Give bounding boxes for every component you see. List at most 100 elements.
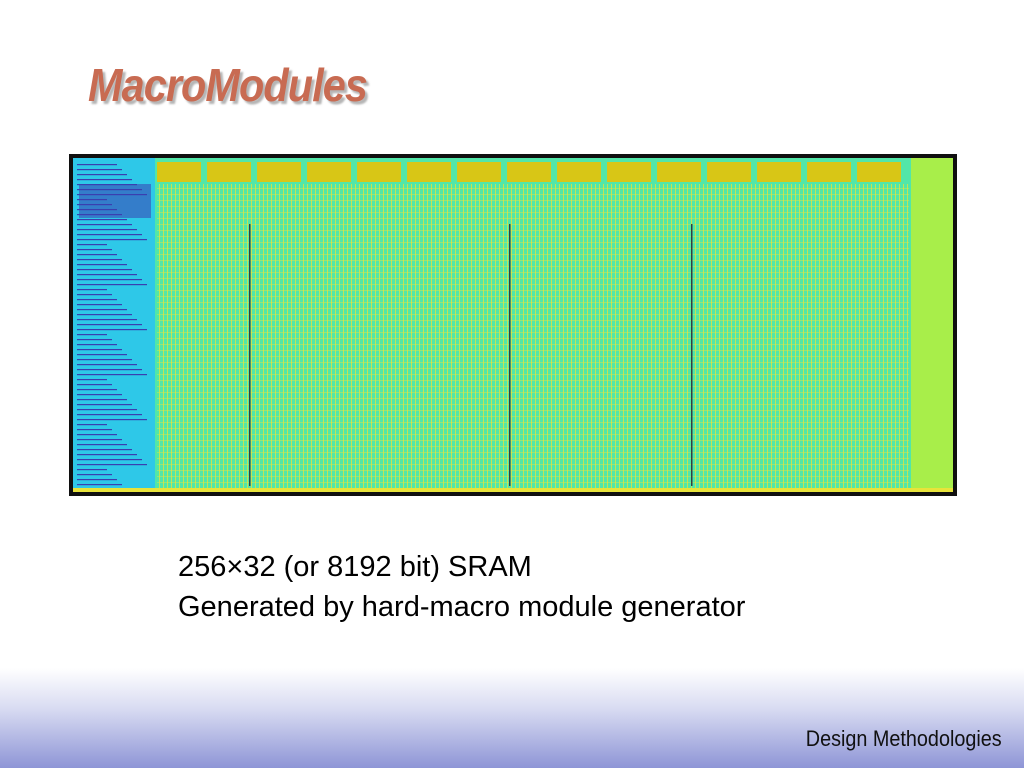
row-line [157,440,909,441]
row-line [157,194,909,195]
column-line [355,184,356,488]
decoder-line [77,224,132,226]
slide: MacroModules 256×32 (or 8192 bit) SRAM G… [0,0,1024,768]
column-line [715,184,716,488]
column-line [639,184,640,488]
header-block [657,162,701,182]
column-line [711,184,712,488]
column-line [319,184,320,488]
decoder-line [77,334,107,336]
decoder-line [77,404,132,406]
column-line [227,184,228,488]
column-line [895,184,896,488]
column-line [847,184,848,488]
column-line [207,184,208,488]
decoder-line [77,354,127,356]
decoder-line [77,339,112,341]
decoder-line [77,304,122,306]
column-line [607,184,608,488]
column-line [255,184,256,488]
column-line [491,184,492,488]
header-block [807,162,851,182]
decoder-line [77,439,122,441]
column-line [195,184,196,488]
decoder-line [77,234,142,236]
column-line [851,184,852,488]
column-line [547,184,548,488]
decoder-line [77,324,142,326]
column-line [583,184,584,488]
column-line [327,184,328,488]
column-line [371,184,372,488]
row-line [157,446,909,447]
bottom-rail [73,488,953,492]
decoder-line [77,329,147,331]
column-line [879,184,880,488]
caption-line-1: 256×32 (or 8192 bit) SRAM [178,551,532,583]
column-line [759,184,760,488]
column-line [899,184,900,488]
column-line [283,184,284,488]
column-line [451,184,452,488]
column-line [783,184,784,488]
column-line [215,184,216,488]
decoder-line [77,229,137,231]
decoder-line [77,454,137,456]
decoder-line [77,289,107,291]
column-line [275,184,276,488]
column-line [455,184,456,488]
column-line [335,184,336,488]
column-line [399,184,400,488]
column-line [387,184,388,488]
column-line [483,184,484,488]
column-line [443,184,444,488]
header-block [607,162,651,182]
row-line [157,434,909,435]
decoder-line [77,254,117,256]
row-line [157,416,909,417]
column-line [555,184,556,488]
column-line [363,184,364,488]
column-line [803,184,804,488]
column-line [419,184,420,488]
column-line [407,184,408,488]
column-line [679,184,680,488]
row-line [157,392,909,393]
decoder-line [77,374,147,376]
column-line [887,184,888,488]
column-line [239,184,240,488]
decoder-line [77,294,112,296]
header-block-end [911,162,947,182]
column-line [183,184,184,488]
column-line [763,184,764,488]
decoder-line [77,359,132,361]
column-line [591,184,592,488]
column-line [187,184,188,488]
decoder-line [77,459,142,461]
column-line [631,184,632,488]
column-line [383,184,384,488]
row-line [157,452,909,453]
header-block [207,162,251,182]
column-line [595,184,596,488]
header-block [357,162,401,182]
column-line [603,184,604,488]
row-line [157,320,909,321]
row-line [157,374,909,375]
column-line [643,184,644,488]
decoder-line [77,314,132,316]
column-line [191,184,192,488]
column-line [475,184,476,488]
decoder-line [77,239,147,241]
row-line [157,464,909,465]
column-line [243,184,244,488]
column-line [863,184,864,488]
header-block [557,162,601,182]
decoder-line [77,424,107,426]
decoder-line [77,419,147,421]
column-line [179,184,180,488]
row-line [157,284,909,285]
column-line [495,184,496,488]
decoder-line [77,344,117,346]
column-line [671,184,672,488]
